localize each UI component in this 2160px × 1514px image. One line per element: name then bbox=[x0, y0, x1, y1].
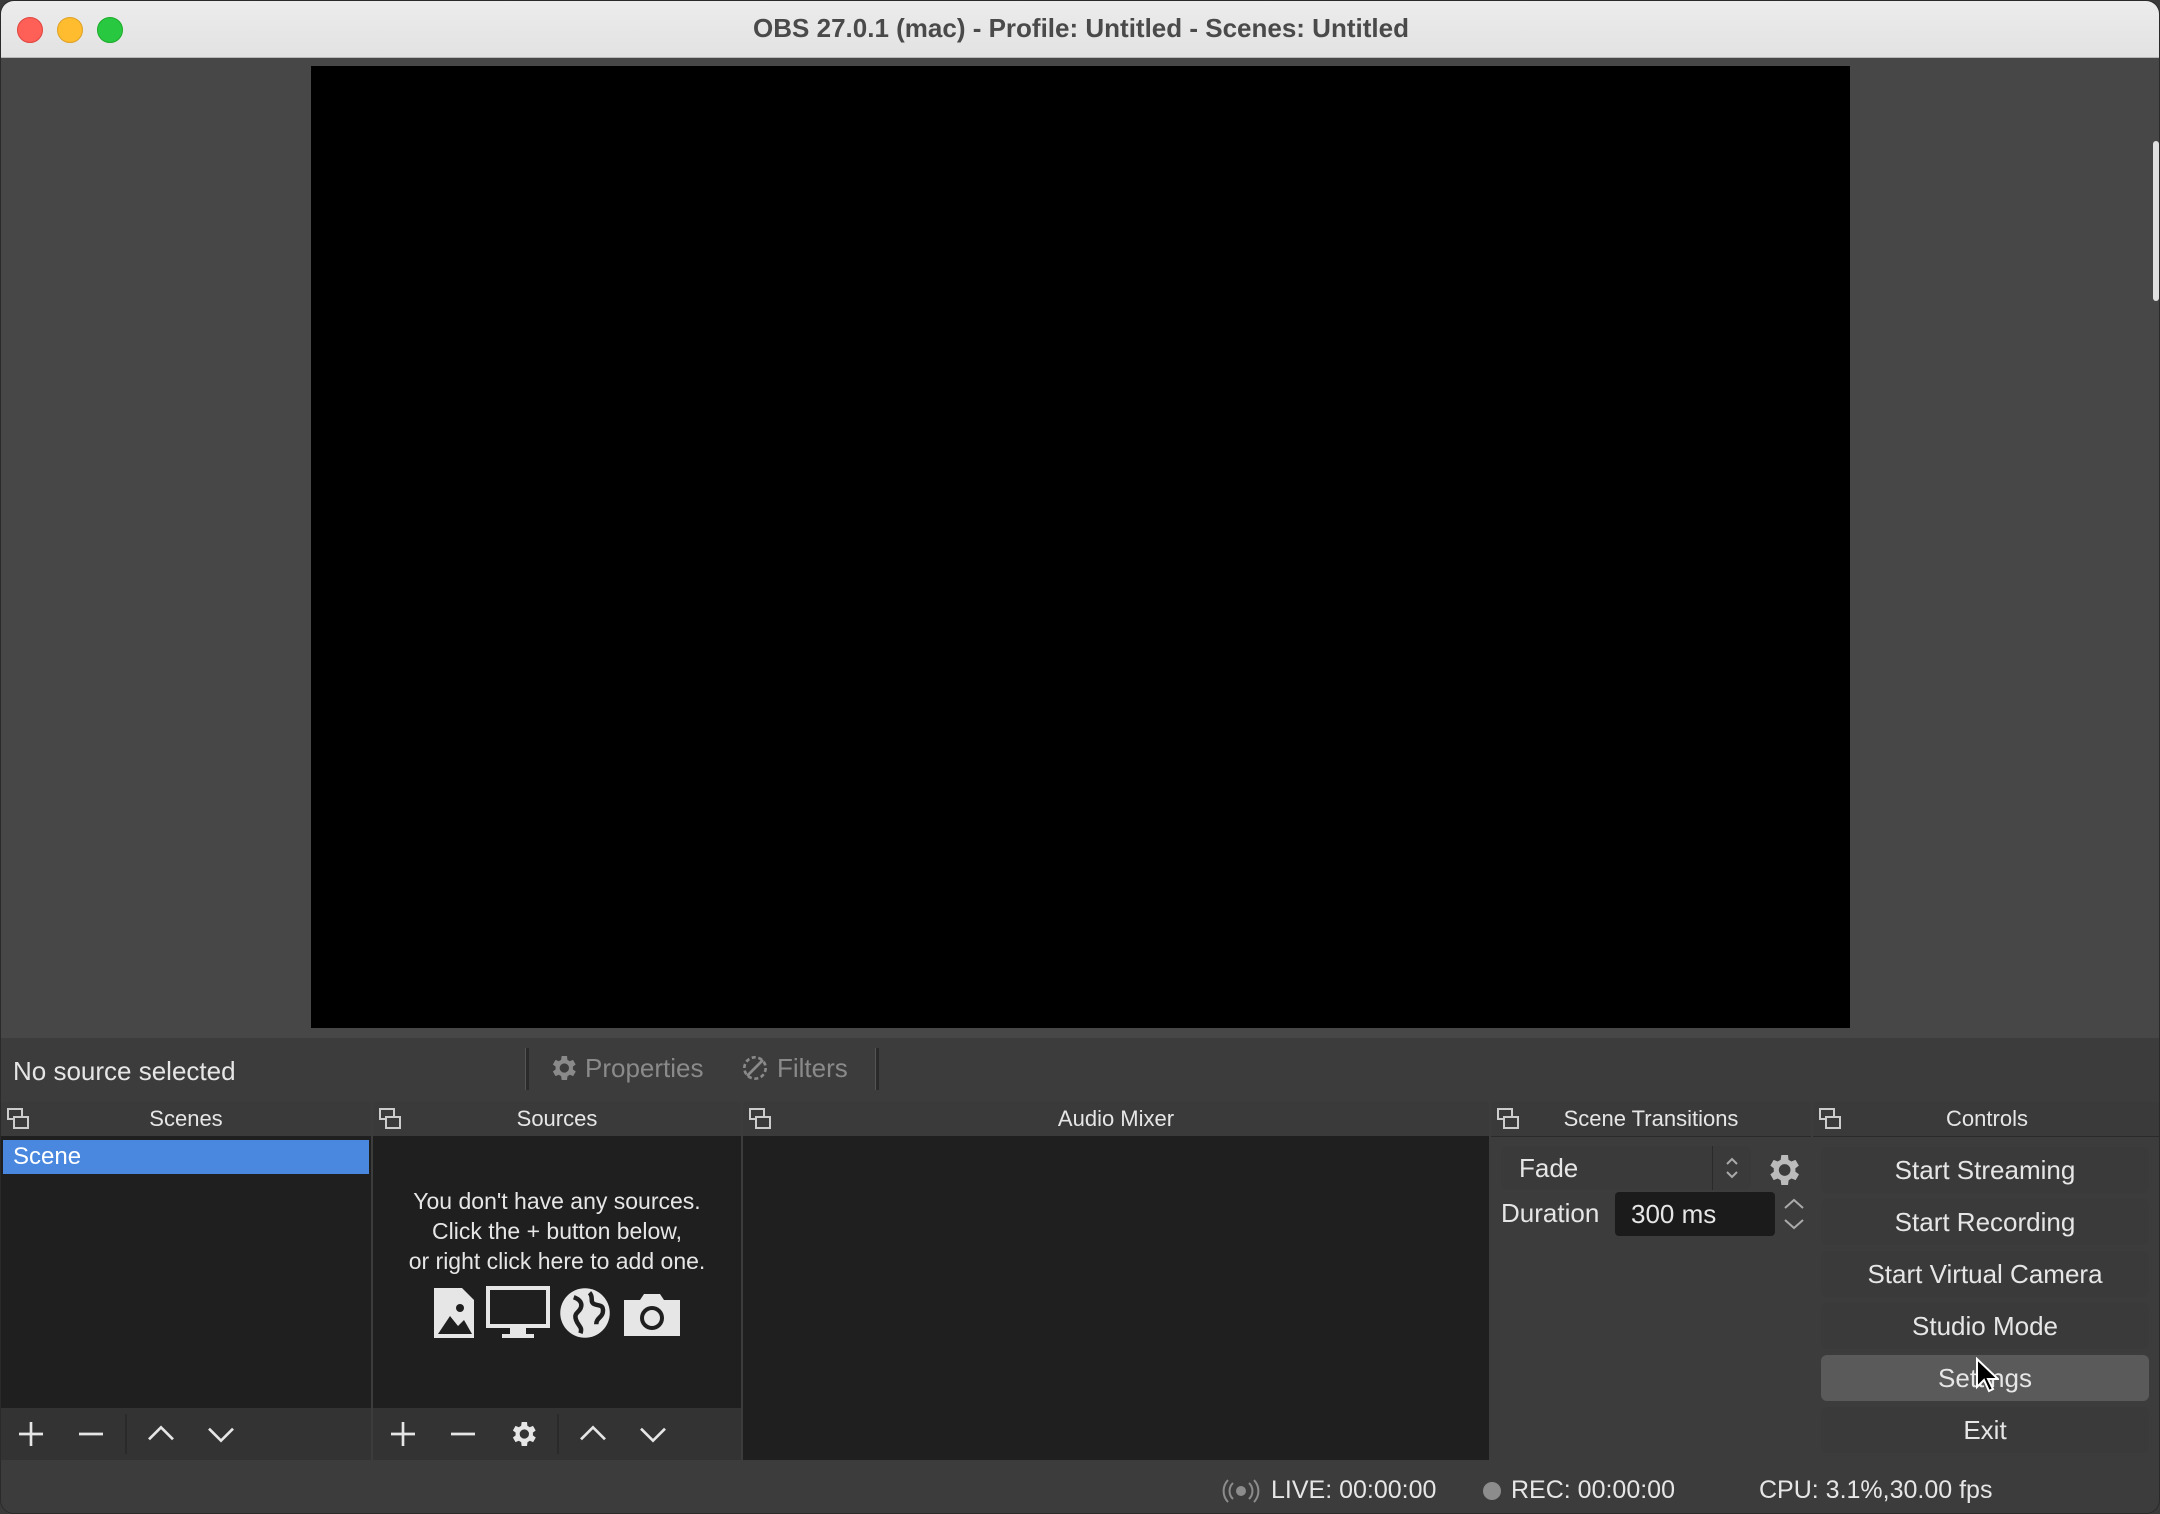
transition-properties-gear-icon[interactable] bbox=[1763, 1150, 1803, 1190]
cpu-status: CPU: 3.1%,30.00 fps bbox=[1759, 1476, 1992, 1505]
start-virtual-camera-button[interactable]: Start Virtual Camera bbox=[1821, 1251, 2149, 1297]
broadcast-icon bbox=[1222, 1478, 1260, 1503]
toolbar-divider bbox=[125, 1414, 127, 1454]
empty-message-line: Click the + button below, bbox=[432, 1218, 682, 1244]
audio-mixer-dock-title: Audio Mixer bbox=[1057, 1106, 1175, 1131]
empty-sources-message: You don't have any sources. Click the + … bbox=[373, 1186, 741, 1276]
cpu-fps-readout: CPU: 3.1%,30.00 fps bbox=[1759, 1476, 1993, 1504]
scene-transitions-dock-header[interactable]: Scene Transitions bbox=[1491, 1102, 1811, 1137]
filters-button[interactable]: Filters bbox=[739, 1052, 848, 1084]
scenes-dock-title: Scenes bbox=[149, 1106, 223, 1131]
start-recording-button[interactable]: Start Recording bbox=[1821, 1199, 2149, 1245]
plus-icon bbox=[19, 1422, 43, 1446]
rec-timer: REC: 00:00:00 bbox=[1511, 1476, 1675, 1504]
mouse-pointer-icon bbox=[1976, 1357, 1999, 1393]
move-source-up-button[interactable] bbox=[563, 1408, 623, 1460]
filter-icon bbox=[743, 1056, 767, 1080]
duration-stepper[interactable] bbox=[1779, 1192, 1809, 1236]
undock-icon[interactable] bbox=[7, 1108, 31, 1130]
audio-mixer-panel[interactable] bbox=[743, 1136, 1489, 1460]
duration-label: Duration bbox=[1501, 1198, 1600, 1228]
rec-status: REC: 00:00:00 bbox=[1483, 1476, 1675, 1505]
empty-message-line: You don't have any sources. bbox=[413, 1188, 701, 1214]
remove-source-button[interactable] bbox=[433, 1408, 493, 1460]
scenes-dock: Scenes Scene bbox=[1, 1102, 371, 1460]
image-icon bbox=[434, 1288, 474, 1338]
chevron-up-icon bbox=[148, 1425, 174, 1441]
properties-button[interactable]: Properties bbox=[547, 1052, 704, 1084]
minus-icon bbox=[451, 1432, 475, 1436]
record-dot-icon bbox=[1483, 1481, 1501, 1500]
updown-chevron-icon bbox=[1712, 1146, 1751, 1190]
sources-dock-header[interactable]: Sources bbox=[373, 1102, 741, 1137]
controls-dock-title: Controls bbox=[1946, 1106, 2028, 1131]
undock-icon[interactable] bbox=[379, 1108, 403, 1130]
sources-dock: Sources You don't have any sources. Clic… bbox=[373, 1102, 741, 1460]
exit-button[interactable]: Exit bbox=[1821, 1407, 2149, 1453]
camera-icon bbox=[624, 1294, 680, 1336]
toolbar-separator bbox=[525, 1048, 529, 1090]
source-toolbar: No source selected Properties Filters bbox=[1, 1038, 2159, 1102]
transition-select[interactable]: Fade bbox=[1501, 1146, 1751, 1190]
obs-window: OBS 27.0.1 (mac) - Profile: Untitled - S… bbox=[0, 0, 2160, 1514]
chevron-up-icon bbox=[580, 1425, 606, 1441]
duration-input[interactable]: 300 ms bbox=[1615, 1192, 1775, 1236]
empty-message-line: or right click here to add one. bbox=[408, 1248, 706, 1274]
gear-icon bbox=[552, 1056, 576, 1080]
audio-mixer-dock: Audio Mixer bbox=[743, 1102, 1489, 1460]
list-item[interactable]: Scene bbox=[3, 1140, 369, 1174]
title-bar[interactable]: OBS 27.0.1 (mac) - Profile: Untitled - S… bbox=[1, 1, 2159, 58]
scene-transitions-dock: Scene Transitions Fade Duration 300 ms bbox=[1491, 1102, 1811, 1460]
monitor-icon bbox=[486, 1286, 550, 1338]
source-properties-button[interactable] bbox=[493, 1408, 553, 1460]
live-timer: LIVE: 00:00:00 bbox=[1271, 1476, 1437, 1504]
live-status: LIVE: 00:00:00 bbox=[1221, 1476, 1436, 1505]
undock-icon[interactable] bbox=[1819, 1108, 1843, 1130]
studio-mode-button[interactable]: Studio Mode bbox=[1821, 1303, 2149, 1349]
scenes-toolbar bbox=[1, 1408, 371, 1460]
start-streaming-button[interactable]: Start Streaming bbox=[1821, 1147, 2149, 1193]
chevron-down-icon bbox=[640, 1427, 666, 1443]
window-title: OBS 27.0.1 (mac) - Profile: Untitled - S… bbox=[753, 13, 1409, 43]
status-bar: LIVE: 00:00:00 REC: 00:00:00 CPU: 3.1%,3… bbox=[1, 1460, 2159, 1513]
move-scene-up-button[interactable] bbox=[131, 1408, 191, 1460]
toolbar-separator bbox=[875, 1048, 879, 1090]
chevron-down-icon bbox=[208, 1427, 234, 1443]
scenes-dock-header[interactable]: Scenes bbox=[1, 1102, 371, 1137]
audio-mixer-dock-header[interactable]: Audio Mixer bbox=[743, 1102, 1489, 1137]
add-source-button[interactable] bbox=[373, 1408, 433, 1460]
program-preview[interactable] bbox=[311, 66, 1850, 1028]
remove-scene-button[interactable] bbox=[61, 1408, 121, 1460]
undock-icon[interactable] bbox=[1497, 1108, 1521, 1130]
scene-transitions-dock-title: Scene Transitions bbox=[1563, 1106, 1739, 1131]
sources-dock-title: Sources bbox=[516, 1106, 598, 1131]
move-scene-down-button[interactable] bbox=[191, 1408, 251, 1460]
move-source-down-button[interactable] bbox=[623, 1408, 683, 1460]
undock-icon[interactable] bbox=[749, 1108, 773, 1130]
globe-icon bbox=[560, 1288, 610, 1338]
controls-dock: Controls Start Streaming Start Recording… bbox=[1813, 1102, 2159, 1460]
controls-dock-header[interactable]: Controls bbox=[1813, 1102, 2159, 1137]
preview-area bbox=[1, 58, 2159, 1038]
transition-select-value: Fade bbox=[1519, 1152, 1579, 1183]
plus-icon bbox=[391, 1422, 415, 1446]
scenes-list[interactable]: Scene bbox=[1, 1136, 371, 1460]
filters-label: Filters bbox=[777, 1052, 848, 1083]
minus-icon bbox=[79, 1432, 103, 1436]
properties-label: Properties bbox=[585, 1052, 704, 1083]
sources-list[interactable]: You don't have any sources. Click the + … bbox=[373, 1136, 741, 1460]
right-edge-handle[interactable] bbox=[2153, 141, 2159, 301]
toolbar-divider bbox=[557, 1414, 559, 1454]
gear-icon bbox=[512, 1422, 536, 1446]
source-type-icons bbox=[373, 1286, 741, 1340]
no-source-label: No source selected bbox=[13, 1056, 236, 1086]
add-scene-button[interactable] bbox=[1, 1408, 61, 1460]
sources-toolbar bbox=[373, 1408, 741, 1460]
